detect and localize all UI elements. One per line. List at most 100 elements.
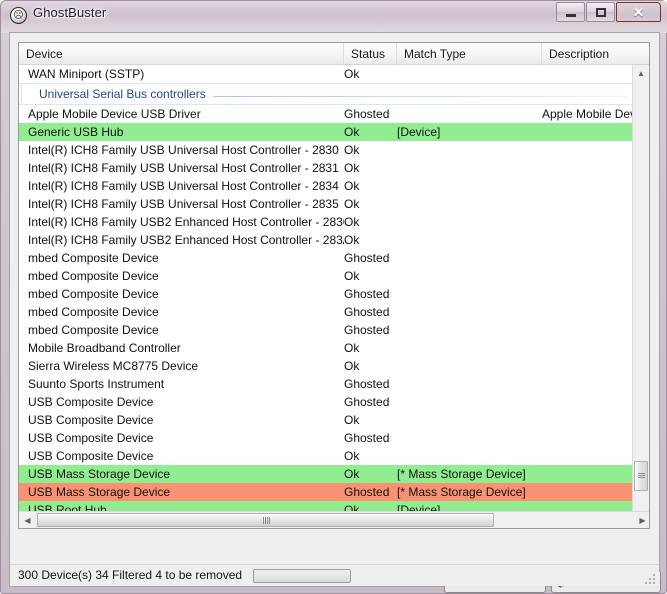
match-type-cell — [397, 177, 542, 195]
close-button[interactable]: ✕ — [616, 2, 661, 22]
table-row[interactable]: Intel(R) ICH8 Family USB2 Enhanced Host … — [19, 213, 634, 231]
group-header-label: Universal Serial Bus controllers — [39, 87, 206, 101]
list-group-header[interactable]: Universal Serial Bus controllers — [19, 83, 634, 105]
table-row[interactable]: mbed Composite DeviceGhosted — [19, 249, 634, 267]
device-cell: Sierra Wireless MC8775 Device — [28, 357, 344, 375]
description-cell — [542, 339, 634, 357]
application-window: ☹ GhostBuster ✕ Device Status Match Type… — [0, 0, 667, 594]
description-cell — [542, 285, 634, 303]
device-list[interactable]: Device Status Match Type Description WAN… — [18, 42, 650, 529]
table-row[interactable]: mbed Composite DeviceGhosted — [19, 321, 634, 339]
table-row[interactable]: USB Mass Storage DeviceOk[* Mass Storage… — [19, 465, 634, 483]
device-cell: Intel(R) ICH8 Family USB Universal Host … — [28, 159, 344, 177]
status-cell: Ok — [344, 447, 397, 465]
description-cell — [542, 465, 634, 483]
match-type-cell — [397, 285, 542, 303]
device-cell: mbed Composite Device — [28, 249, 344, 267]
table-row[interactable]: Sierra Wireless MC8775 DeviceOk — [19, 357, 634, 375]
scroll-up-arrow-icon[interactable]: ▲ — [633, 65, 649, 82]
match-type-cell — [397, 393, 542, 411]
table-row[interactable]: Intel(R) ICH8 Family USB Universal Host … — [19, 195, 634, 213]
minimize-button[interactable] — [556, 2, 585, 22]
status-cell: Ok — [344, 213, 397, 231]
description-cell — [542, 321, 634, 339]
table-row[interactable]: WAN Miniport (SSTP)Ok — [19, 65, 634, 83]
table-row[interactable]: Mobile Broadband ControllerOk — [19, 339, 634, 357]
match-type-cell — [397, 105, 542, 123]
description-cell — [542, 447, 634, 465]
match-type-cell: [Device] — [397, 123, 542, 141]
table-row[interactable]: mbed Composite DeviceGhosted — [19, 285, 634, 303]
table-row[interactable]: Intel(R) ICH8 Family USB2 Enhanced Host … — [19, 231, 634, 249]
status-cell: Ok — [344, 141, 397, 159]
device-cell: USB Composite Device — [28, 447, 344, 465]
description-cell — [542, 159, 634, 177]
table-row[interactable]: Intel(R) ICH8 Family USB Universal Host … — [19, 177, 634, 195]
group-indicator — [21, 85, 22, 103]
match-type-cell — [397, 231, 542, 249]
column-header-status[interactable]: Status — [344, 43, 397, 65]
device-cell: USB Composite Device — [28, 411, 344, 429]
vertical-scrollbar-thumb[interactable] — [634, 461, 648, 491]
list-header-row: Device Status Match Type Description — [19, 43, 650, 65]
description-cell — [542, 303, 634, 321]
device-cell: mbed Composite Device — [28, 303, 344, 321]
match-type-cell — [397, 303, 542, 321]
match-type-cell — [397, 249, 542, 267]
resize-grip-icon[interactable] — [645, 572, 657, 584]
column-header-match-type[interactable]: Match Type — [397, 43, 542, 65]
description-cell — [542, 231, 634, 249]
table-row[interactable]: Intel(R) ICH8 Family USB Universal Host … — [19, 141, 634, 159]
status-text: 300 Device(s) 34 Filtered 4 to be remove… — [18, 568, 242, 582]
device-cell: Intel(R) ICH8 Family USB Universal Host … — [28, 177, 344, 195]
match-type-cell: [* Mass Storage Device] — [397, 483, 542, 501]
status-cell: Ok — [344, 339, 397, 357]
minimize-icon — [557, 3, 584, 21]
match-type-cell — [397, 195, 542, 213]
status-cell: Ok — [344, 177, 397, 195]
table-row[interactable]: USB Composite DeviceOk — [19, 447, 634, 465]
status-cell: Ghosted — [344, 285, 397, 303]
device-cell: Intel(R) ICH8 Family USB Universal Host … — [28, 141, 344, 159]
table-row[interactable]: mbed Composite DeviceOk — [19, 267, 634, 285]
list-rows-viewport: WAN Miniport (SSTP)Ok Universal Serial Bu… — [19, 65, 634, 515]
scroll-left-arrow-icon[interactable]: ◀ — [19, 512, 36, 528]
description-cell — [542, 141, 634, 159]
table-row[interactable]: Apple Mobile Device USB DriverGhostedApp… — [19, 105, 634, 123]
device-cell: Suunto Sports Instrument — [28, 375, 344, 393]
horizontal-scrollbar[interactable]: ◀ ▶ — [19, 511, 650, 528]
status-cell: Ok — [344, 357, 397, 375]
table-row[interactable]: USB Composite DeviceOk — [19, 411, 634, 429]
description-cell — [542, 267, 634, 285]
table-row[interactable]: USB Composite DeviceGhosted — [19, 393, 634, 411]
match-type-cell — [397, 267, 542, 285]
match-type-cell — [397, 141, 542, 159]
match-type-cell: [* Mass Storage Device] — [397, 465, 542, 483]
table-row[interactable]: Intel(R) ICH8 Family USB Universal Host … — [19, 159, 634, 177]
vertical-scrollbar[interactable]: ▲ ▼ — [632, 65, 649, 528]
maximize-button[interactable] — [586, 2, 615, 22]
horizontal-scrollbar-thumb[interactable] — [37, 513, 494, 527]
description-cell — [542, 393, 634, 411]
device-cell: mbed Composite Device — [28, 285, 344, 303]
status-cell: Ghosted — [344, 483, 397, 501]
window-title: GhostBuster — [33, 5, 106, 20]
description-cell — [542, 375, 634, 393]
match-type-cell — [397, 447, 542, 465]
titlebar[interactable]: ☹ GhostBuster ✕ — [1, 1, 667, 31]
table-row[interactable]: USB Mass Storage DeviceGhosted[* Mass St… — [19, 483, 634, 501]
table-row[interactable]: Generic USB HubOk[Device] — [19, 123, 634, 141]
status-cell: Ok — [344, 267, 397, 285]
table-row[interactable]: mbed Composite DeviceGhosted — [19, 303, 634, 321]
status-cell: Ghosted — [344, 393, 397, 411]
status-cell: Ok — [344, 465, 397, 483]
device-cell: USB Mass Storage Device — [28, 483, 344, 501]
column-header-description[interactable]: Description — [542, 43, 650, 65]
table-row[interactable]: USB Composite DeviceGhosted — [19, 429, 634, 447]
status-bar: 300 Device(s) 34 Filtered 4 to be remove… — [10, 564, 659, 586]
table-row[interactable]: Suunto Sports InstrumentGhosted — [19, 375, 634, 393]
scroll-right-arrow-icon[interactable]: ▶ — [634, 512, 650, 528]
description-cell — [542, 213, 634, 231]
column-header-device[interactable]: Device — [19, 43, 344, 65]
progress-bar — [253, 569, 351, 583]
